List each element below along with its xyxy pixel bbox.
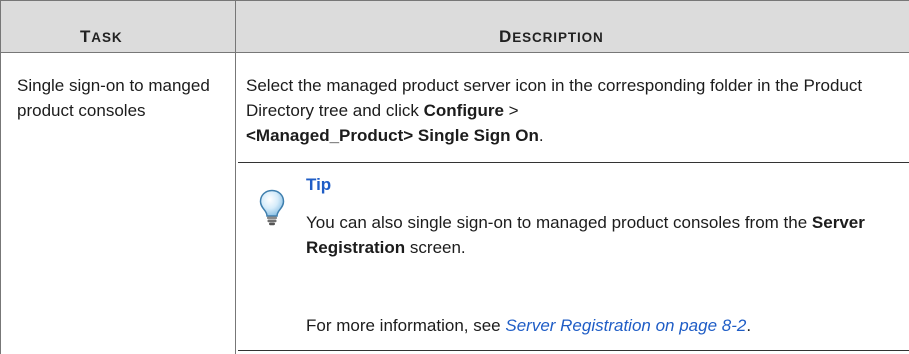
- header-description: DESCRIPTION: [499, 27, 604, 46]
- task-cell: Single sign-on to manged product console…: [17, 76, 210, 120]
- header-task: TASK: [80, 27, 123, 46]
- tip-top-rule: [238, 162, 909, 163]
- server-registration-link[interactable]: Server Registration on page 8-2: [505, 316, 746, 335]
- tip-title: Tip: [306, 175, 332, 194]
- tip-body: You can also single sign-on to managed p…: [306, 213, 865, 257]
- lightbulb-icon: [259, 189, 285, 226]
- configure-label: Configure: [423, 101, 504, 120]
- table-header-row: [0, 0, 909, 52]
- column-divider: [235, 0, 236, 354]
- table-left-border: [0, 0, 1, 354]
- task-description-table: TASK DESCRIPTION Single sign-on to mange…: [0, 0, 909, 354]
- table-top-border: [0, 0, 909, 1]
- sso-label: <Managed_Product> Single Sign On: [246, 126, 539, 145]
- tip-bottom-rule: [238, 350, 909, 351]
- header-bottom-border: [0, 52, 909, 53]
- description-cell: Select the managed product server icon i…: [246, 76, 863, 145]
- tip-more-info: For more information, see Server Registr…: [306, 316, 752, 335]
